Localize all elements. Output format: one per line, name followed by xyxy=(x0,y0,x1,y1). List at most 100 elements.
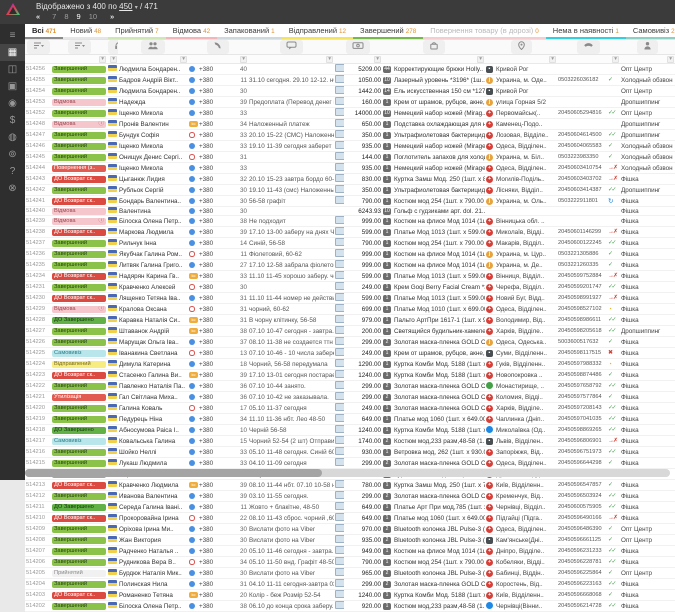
delivery-location[interactable]: Володимир, Від.. xyxy=(495,315,557,326)
order-status[interactable]: Відправлений xyxy=(51,359,107,370)
ttn-number[interactable]: 20450596547857 xyxy=(557,480,607,491)
delivery-location[interactable]: Вінниця, Відділ.. xyxy=(495,271,557,282)
order-comment[interactable]: 17.10 12-58 забрала фіолетов.. xyxy=(248,260,334,271)
client-name[interactable]: Іщенко Микола xyxy=(118,108,188,119)
product-name[interactable]: Куртка Комби Мод. 5188 (1шт. х.. xyxy=(393,425,485,436)
ttn-number[interactable]: 20450596668068 xyxy=(557,590,607,601)
product-name[interactable]: Костюм мод 254 (1шт. х 790.00 .. xyxy=(393,238,485,249)
product-name[interactable]: Золотая маска-пленка GOLD C.. xyxy=(393,381,485,392)
delivery-location[interactable]: Кобеляки, Відді.. xyxy=(495,557,557,568)
last-page-button[interactable]: » xyxy=(110,12,113,21)
ttn-number[interactable]: 0503221305886 xyxy=(557,249,607,260)
order-row[interactable]: 514223 ДО Возврат ск.. Стасенко Галина В… xyxy=(25,370,675,381)
phone-prefix[interactable]: +380 xyxy=(198,249,224,260)
clients-icon[interactable]: ◉ xyxy=(0,95,25,112)
orders-icon[interactable]: ▦ xyxy=(0,44,25,61)
order-comment[interactable]: чорний, 60-62 xyxy=(248,304,334,315)
client-name[interactable]: Полинская Нила xyxy=(118,579,188,590)
order-comment[interactable]: 11.10 11-44 номер не действи.. xyxy=(248,293,334,304)
order-comment[interactable]: 03.10 11-55 сегодня. xyxy=(248,491,334,502)
ttn-number[interactable]: 0503223983350 xyxy=(557,152,607,163)
order-row[interactable]: 514246 Завершений Іщенко Микола +380 33 … xyxy=(25,141,675,152)
delivery-location[interactable]: Чаплинка (Дніп.. xyxy=(495,414,557,425)
order-status[interactable]: Завершений xyxy=(51,381,107,392)
tab-Самовивіз[interactable]: Самовивіз2 xyxy=(626,24,675,39)
column-status[interactable] xyxy=(51,40,107,55)
order-comment[interactable]: Жовто + блакітне, 48-50 xyxy=(248,502,334,513)
order-status[interactable]: Завершений xyxy=(51,75,107,86)
client-name[interactable]: Маркова Людмила xyxy=(118,227,188,238)
ttn-number[interactable] xyxy=(557,207,607,216)
phone-prefix[interactable]: +380 xyxy=(198,238,224,249)
delivery-location[interactable]: Харків, Відділе.. xyxy=(495,326,557,337)
ttn-number[interactable]: 20450597577864 xyxy=(557,392,607,403)
delivery-location[interactable]: Чернівці(Вінни.. xyxy=(495,601,557,612)
order-row[interactable]: 514237 Завершений Рильчук Інна +380 14 С… xyxy=(25,238,675,249)
product-name[interactable]: Платье Арт При мод,785 (1шт. х.. xyxy=(393,502,485,513)
product-name[interactable]: Костюм на флисе Мод 1014 (1ш.. xyxy=(393,546,485,557)
order-row[interactable]: 514238 ДО Возврат ск.. Маркова Людмила +… xyxy=(25,227,675,238)
client-name[interactable]: Онищук Денис Сергі.. xyxy=(118,152,188,163)
ttn-number[interactable]: 20450596503924 xyxy=(557,491,607,502)
product-name[interactable]: Крем от шрамов, рубцов, акне, .. xyxy=(393,97,485,108)
order-status[interactable]: Завершений xyxy=(51,326,107,337)
phone-prefix[interactable]: +380 xyxy=(198,579,224,590)
column-payment[interactable] xyxy=(334,40,382,55)
product-name[interactable]: Bluetooth колонка JBL Pulse-3 (.. xyxy=(393,535,485,546)
order-comment[interactable]: Черній 56-58 xyxy=(248,425,334,436)
phone-prefix[interactable]: +380 xyxy=(198,108,224,119)
ttn-number[interactable] xyxy=(557,86,607,97)
ttn-number[interactable]: 20450597041035 xyxy=(557,414,607,425)
product-name[interactable]: Куртка Замш Мод, 250 (1шт. х 7.. xyxy=(393,480,485,491)
column-source[interactable] xyxy=(620,40,675,55)
client-name[interactable]: Кравченко Людмила xyxy=(118,480,188,491)
ttn-number[interactable]: 20450599201747 xyxy=(557,282,607,293)
product-name[interactable]: Немецкий набор ножей (Mirage .. xyxy=(393,141,485,152)
page-button[interactable]: 8 xyxy=(64,12,68,21)
order-comment[interactable] xyxy=(248,108,334,119)
phone-prefix[interactable]: +380 xyxy=(198,315,224,326)
phone-prefix[interactable]: +380 xyxy=(198,304,224,315)
tab-Повернення товару (в дорозі)[interactable]: Повернення товару (в дорозі)0 xyxy=(423,24,546,39)
order-comment[interactable] xyxy=(248,207,334,216)
delivery-location[interactable]: Лозовая, Відділе.. xyxy=(495,130,557,141)
phone-prefix[interactable]: +380 xyxy=(198,185,224,196)
client-name[interactable]: Людмила Бондарен.. xyxy=(118,86,188,97)
order-comment[interactable]: В чорну клітинку, 56-58 xyxy=(248,315,334,326)
client-name[interactable]: Іщенко Микола xyxy=(118,163,188,174)
column-product-filter[interactable]: ▾ xyxy=(382,55,485,64)
ttn-number[interactable]: 20450604065583 xyxy=(557,141,607,152)
order-comment[interactable]: 17.10 13-01 сегодня постарае.. xyxy=(248,370,334,381)
order-status[interactable]: Завершений xyxy=(51,601,107,612)
delivery-location[interactable]: Одеса, Відділен.. xyxy=(495,163,557,174)
delivery-location[interactable]: Монастирище, .. xyxy=(495,381,557,392)
client-name[interactable]: Середа Галина Івані.. xyxy=(118,502,188,513)
product-name[interactable]: Bluetooth колонка JBL Pulse-3 (.. xyxy=(393,524,485,535)
order-status[interactable]: Завершений xyxy=(51,579,107,590)
client-name[interactable]: Цыганюк Лидия xyxy=(118,174,188,185)
order-row[interactable]: 514211 ДО Завершено Середа Галина Івані.… xyxy=(25,502,675,513)
product-name[interactable]: Немецкий набор ножей (Mirage .. xyxy=(393,163,485,174)
phone-prefix[interactable]: +380 xyxy=(198,119,224,130)
order-row[interactable]: 514220 Завершений Галина Коваль +380 17 … xyxy=(25,403,675,414)
product-name[interactable]: Светящийся будильник-хамеле.. xyxy=(393,326,485,337)
product-name[interactable]: Ультрафиолетовая бактерицид.. xyxy=(393,185,485,196)
order-comment[interactable] xyxy=(248,86,334,97)
order-comment[interactable]: 05.10 11-48 сегодня. Синій 60.. xyxy=(248,447,334,458)
column-id[interactable] xyxy=(25,40,51,55)
product-name[interactable]: Золотая маска-пленка GOLD C.. xyxy=(393,491,485,502)
product-name[interactable]: Немецкий набор ножей (Mirag.. xyxy=(393,108,485,119)
column-client[interactable] xyxy=(118,40,188,55)
delivery-location[interactable]: Новопокровка .. xyxy=(495,370,557,381)
order-comment[interactable]: Чорний 52-54 (2 шт) Отправит.. xyxy=(248,436,334,447)
delivery-location[interactable]: Миколаїв, Відді.. xyxy=(495,227,557,238)
order-comment[interactable]: 07.10 10-47 сегодня - завтра. .. xyxy=(248,326,334,337)
settings-icon[interactable]: ⊚ xyxy=(0,146,25,163)
order-row[interactable]: 514254 Завершений Людмила Бондарен.. +38… xyxy=(25,86,675,97)
phone-prefix[interactable]: +380 xyxy=(198,152,224,163)
order-status[interactable]: Завершений xyxy=(51,130,107,141)
order-row[interactable]: 514217 Самовивіз Ковальська Галина +380 … xyxy=(25,436,675,447)
phone-prefix[interactable]: +380 xyxy=(198,513,224,524)
order-row[interactable]: 514216 Завершений Шойко Неллі +380 33 05… xyxy=(25,447,675,458)
delivery-location[interactable]: Каменец-Подо.. xyxy=(495,119,557,130)
